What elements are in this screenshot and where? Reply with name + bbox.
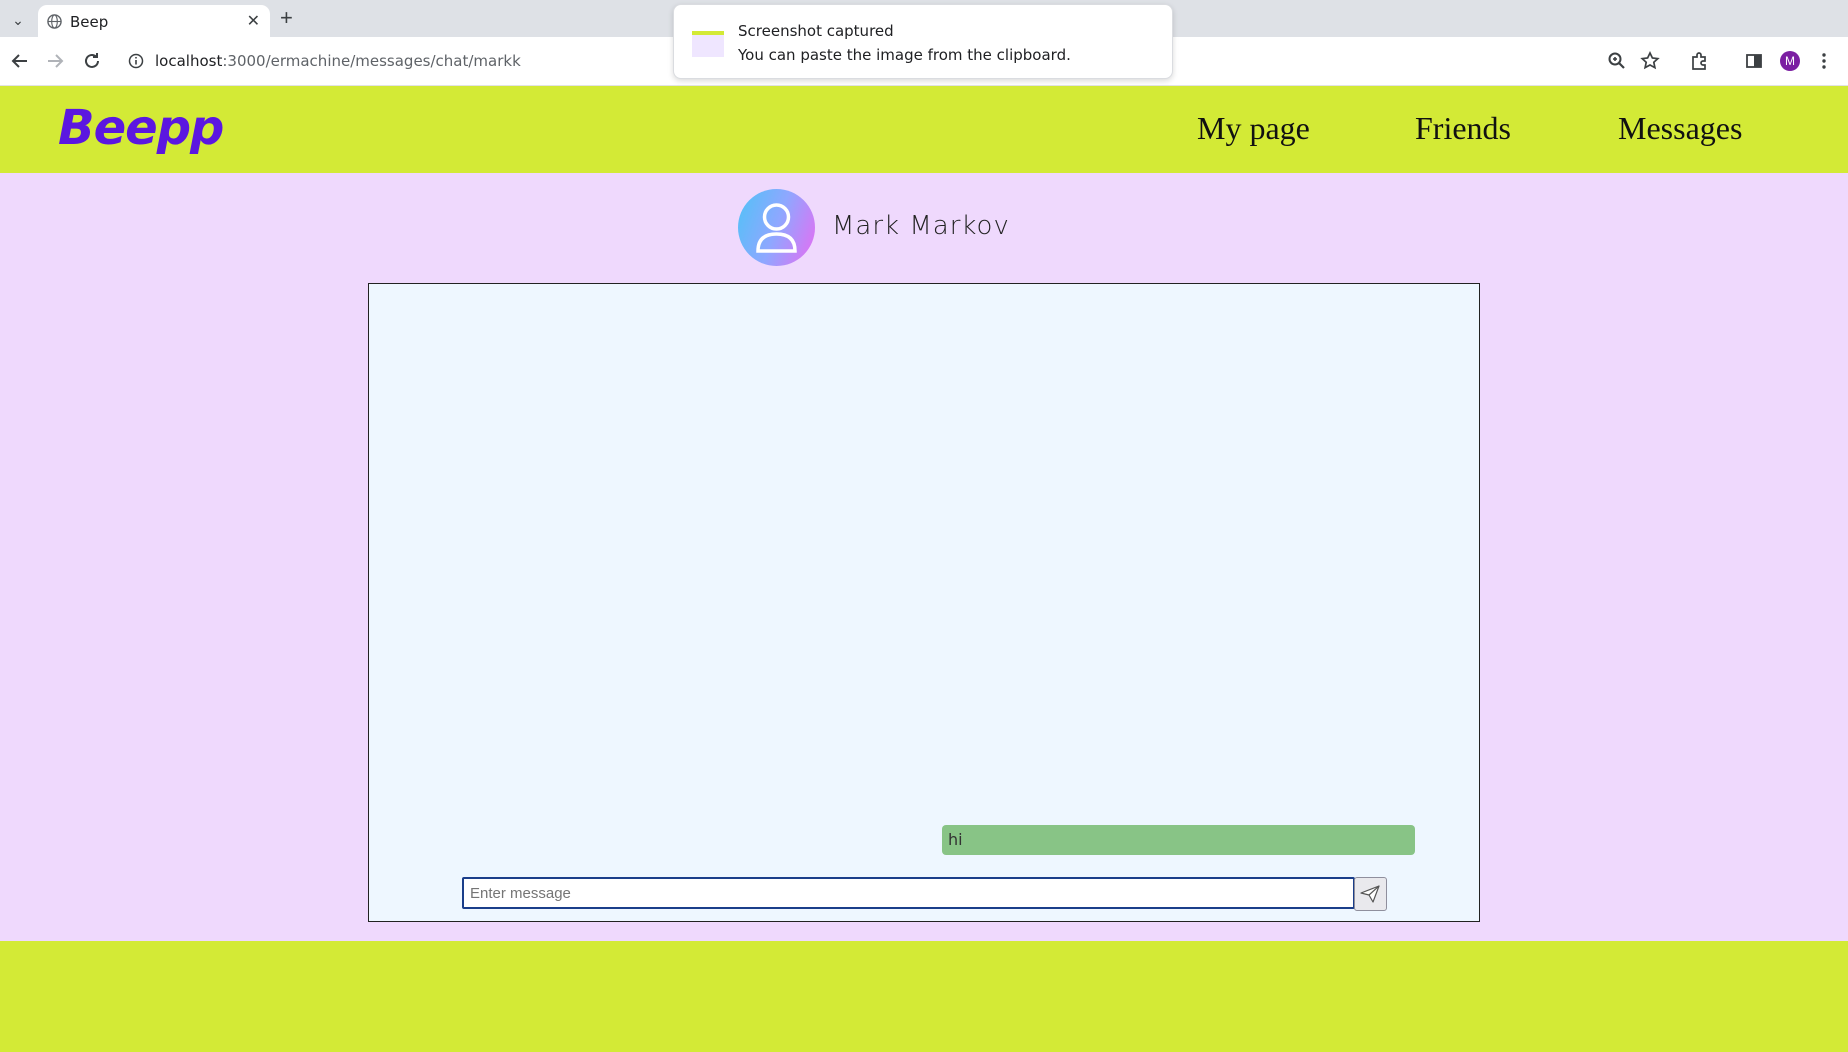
url-host: localhost: [155, 52, 223, 70]
more-menu-icon[interactable]: [1812, 49, 1836, 73]
tab-search-icon[interactable]: ⌄: [6, 8, 30, 32]
screenshot-thumbnail: [692, 31, 724, 57]
side-panel-icon[interactable]: [1742, 49, 1766, 73]
site-logo[interactable]: Beepp: [58, 100, 224, 156]
bookmark-star-icon[interactable]: [1638, 49, 1662, 73]
globe-icon: [47, 14, 62, 29]
url-text: localhost:3000/ermachine/messages/chat/m…: [155, 52, 521, 70]
browser-tab[interactable]: Beep ✕: [38, 5, 270, 37]
avatar: [738, 189, 815, 266]
new-tab-icon[interactable]: +: [280, 4, 293, 32]
nav-friends[interactable]: Friends: [1415, 110, 1511, 147]
send-icon: [1360, 885, 1380, 903]
user-icon: [756, 203, 797, 253]
tab-title: Beep: [70, 13, 109, 31]
profile-avatar[interactable]: M: [1780, 51, 1800, 71]
url-path: :3000/ermachine/messages/chat/markk: [222, 52, 521, 70]
toast-title: Screenshot captured: [738, 22, 894, 40]
send-button[interactable]: [1354, 877, 1387, 911]
screenshot-toast: Screenshot captured You can paste the im…: [673, 4, 1173, 79]
site-info-icon[interactable]: [128, 53, 144, 69]
nav-my-page[interactable]: My page: [1197, 110, 1310, 147]
extensions-icon[interactable]: [1688, 49, 1712, 73]
message-text: hi: [948, 830, 963, 849]
nav-messages[interactable]: Messages: [1618, 110, 1742, 147]
zoom-icon[interactable]: [1605, 49, 1629, 73]
forward-arrow-icon[interactable]: [43, 49, 67, 73]
message-bubble: hi: [942, 825, 1415, 855]
tab-close-icon[interactable]: ✕: [247, 11, 260, 31]
site-header: Beepp My page Friends Messages: [0, 86, 1848, 173]
chat-window: hi: [368, 283, 1480, 922]
back-arrow-icon[interactable]: [8, 49, 32, 73]
toast-message: You can paste the image from the clipboa…: [738, 46, 1071, 64]
contact-name: Mark Markov: [832, 211, 1010, 241]
chat-page: Mark Markov hi: [0, 173, 1848, 941]
message-input[interactable]: [462, 877, 1355, 909]
reload-icon[interactable]: [80, 49, 104, 73]
site-footer: [0, 941, 1848, 1052]
